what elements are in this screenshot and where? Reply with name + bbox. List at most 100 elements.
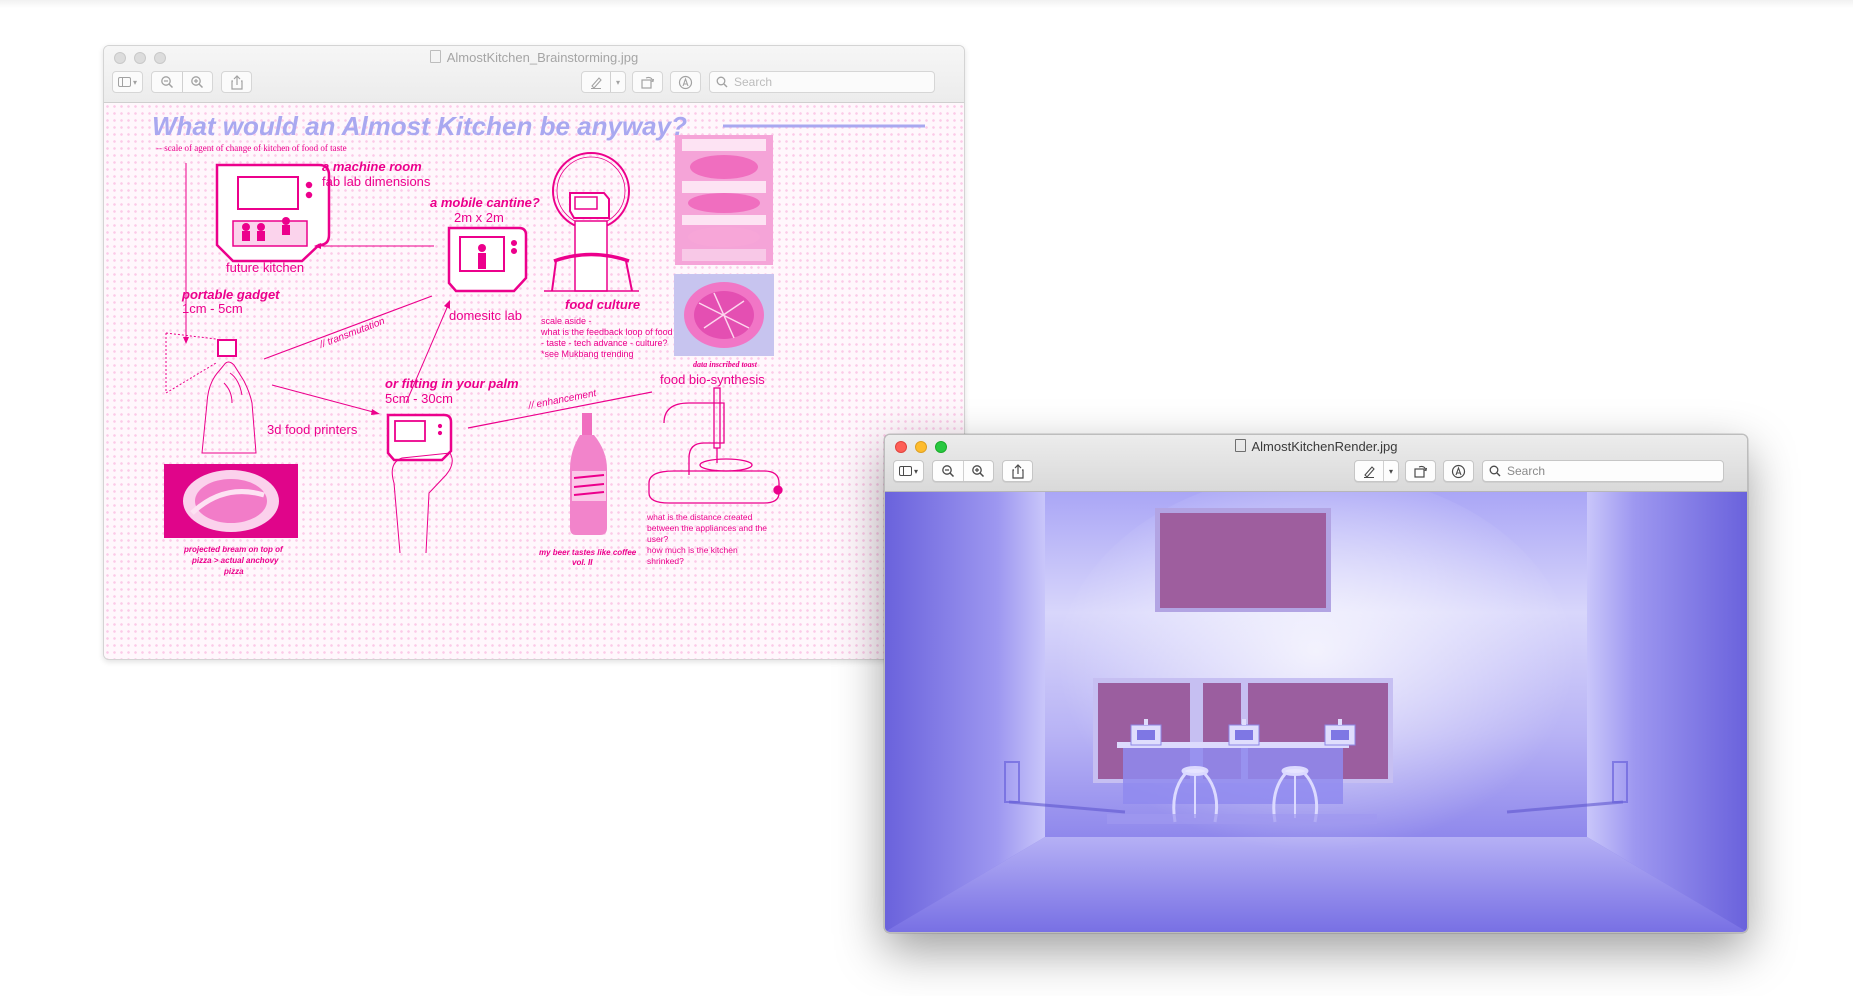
toast-photo-strip (675, 135, 773, 265)
desktop-top-edge (0, 0, 1853, 8)
rotate-icon (1414, 465, 1428, 478)
sidebar-icon (898, 466, 912, 476)
note-line: what is the distance created (646, 512, 753, 522)
note-line: *see Mukbang trending (541, 349, 634, 359)
poster-canvas: What would an Almost Kitchen be anyway? … (152, 111, 925, 576)
zoom-out-button[interactable] (152, 72, 182, 92)
zoom-in-icon (972, 465, 985, 478)
preview-window-brainstorming: AlmostKitchen_Brainstorming.jpg ▾ ▾ Sear… (103, 45, 965, 660)
caption-line: vol. II (572, 558, 593, 567)
palm-printer-illustration (386, 413, 453, 554)
bio-synthesis-illustration (648, 387, 783, 504)
sidebar-toggle-button[interactable]: ▾ (893, 460, 924, 482)
counter (1123, 746, 1343, 804)
document-icon (1234, 439, 1246, 452)
pen-icon (591, 77, 602, 89)
pen-icon (1364, 466, 1375, 478)
label-food-culture: food culture (565, 297, 640, 312)
share-button[interactable] (221, 71, 252, 93)
transmutation-line (263, 295, 433, 360)
search-placeholder: Search (1507, 464, 1546, 478)
share-icon (1011, 463, 1024, 479)
arrow-head (183, 337, 189, 344)
room-render (885, 472, 1747, 932)
share-button[interactable] (1002, 460, 1033, 482)
markup-control: ▾ (581, 71, 626, 93)
note-line: user? (647, 534, 669, 544)
pizza-caption: projected bream on top of pizza > actual… (183, 545, 284, 576)
window-title: AlmostKitchen_Brainstorming.jpg (104, 50, 964, 65)
domestic-lab-illustration (447, 226, 528, 293)
markup-menu-button[interactable]: ▾ (1383, 461, 1398, 481)
render-image (885, 472, 1747, 932)
label-future-kitchen: future kitchen (226, 260, 304, 275)
rotate-icon (641, 76, 655, 89)
zoom-in-icon (191, 76, 204, 89)
window-titlebar[interactable]: AlmostKitchenRender.jpg ▾ ▾ Search (885, 435, 1747, 492)
beer-bottle-illustration (570, 413, 607, 535)
rotate-button[interactable] (1405, 460, 1436, 482)
arrow-head (371, 409, 380, 415)
note-line: how much is the kitchen (647, 545, 738, 555)
wall-screen (1160, 513, 1326, 608)
annotate-button[interactable] (670, 71, 701, 93)
caption-data-toast: data inscribed toast (693, 360, 758, 369)
markup-pen-button[interactable] (582, 72, 610, 92)
food-culture-notes: scale aside - what is the feedback loop … (540, 316, 673, 359)
markup-pen-button[interactable] (1355, 461, 1383, 481)
search-placeholder: Search (734, 75, 773, 89)
zoom-out-button[interactable] (933, 461, 963, 481)
preview-window-render: AlmostKitchenRender.jpg ▾ ▾ Search (884, 434, 1748, 933)
sidebar-icon (117, 77, 131, 87)
label-5cm: 5cm - 30cm (385, 391, 453, 406)
note-line: - taste - tech advance - culture? (541, 338, 668, 348)
search-field[interactable]: Search (709, 71, 935, 93)
caption-line: my beer tastes like coffee (539, 548, 637, 557)
chevron-down-icon: ▾ (615, 77, 620, 87)
zoom-control (932, 460, 994, 482)
search-icon (1489, 465, 1501, 477)
window-title: AlmostKitchenRender.jpg (885, 439, 1747, 454)
caption-line: pizza > actual anchovy (191, 556, 279, 565)
annotate-button[interactable] (1443, 460, 1474, 482)
pizza-photo (164, 464, 298, 538)
zoom-in-button[interactable] (181, 72, 213, 92)
chevron-down-icon: ▾ (1388, 466, 1393, 476)
machine-room-illustration (215, 163, 331, 263)
label-enhancement: // enhancement (526, 388, 598, 412)
label-mobile-cantine: a mobile cantine? (430, 195, 540, 210)
chevron-down-icon: ▾ (132, 77, 137, 87)
poster-headline: What would an Almost Kitchen be anyway? (152, 111, 687, 141)
label-1cm: 1cm - 5cm (182, 301, 243, 316)
label-machine-room: a machine room (322, 159, 422, 174)
label-domestic-lab: domesitc lab (449, 308, 522, 323)
share-icon (230, 74, 243, 90)
label-2m: 2m x 2m (454, 210, 504, 225)
arrow-to-palm (271, 384, 378, 414)
sidebar-toggle-button[interactable]: ▾ (112, 71, 143, 93)
search-field[interactable]: Search (1482, 460, 1724, 482)
floor-platform (1107, 814, 1377, 824)
rotate-button[interactable] (632, 71, 663, 93)
note-line: scale aside - (541, 316, 592, 326)
note-line: between the appliances and the (647, 523, 767, 533)
markup-control: ▾ (1354, 460, 1399, 482)
poster-subline: -- scale of agent of change of kitchen o… (156, 143, 347, 153)
document-icon (429, 50, 441, 63)
markup-menu-button[interactable]: ▾ (610, 72, 625, 92)
markup-circle-icon (1451, 464, 1466, 478)
markup-circle-icon (678, 75, 693, 89)
caption-line: projected bream on top of (183, 545, 284, 554)
brainstorm-image: What would an Almost Kitchen be anyway? … (104, 103, 964, 659)
distance-notes: what is the distance created between the… (646, 512, 767, 566)
zoom-out-icon (160, 76, 173, 89)
food-culture-illustration (544, 152, 639, 292)
label-transmutation: // transmutation (317, 316, 387, 351)
window-titlebar[interactable]: AlmostKitchen_Brainstorming.jpg ▾ ▾ Sear… (104, 46, 964, 103)
zoom-in-button[interactable] (962, 461, 994, 481)
label-portable-gadget: portable gadget (181, 287, 280, 302)
note-line: shrinked? (647, 556, 684, 566)
data-toast-photo (674, 274, 774, 356)
search-icon (716, 76, 728, 88)
label-bio-synthesis: food bio-synthesis (660, 372, 765, 387)
